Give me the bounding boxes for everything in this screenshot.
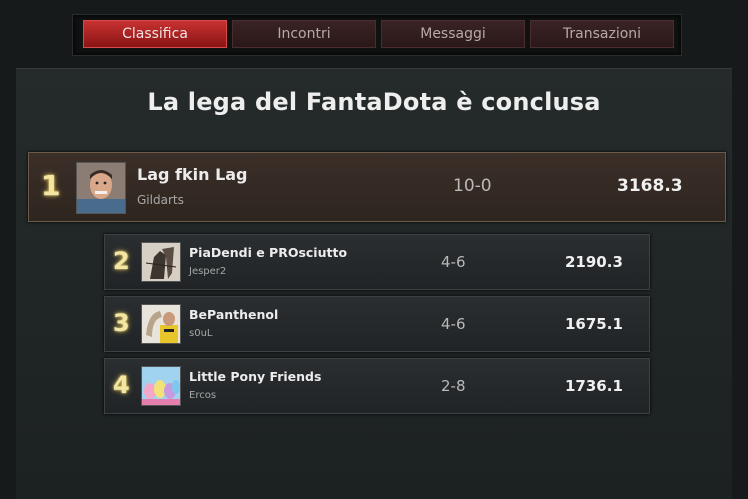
team-avatar	[76, 162, 126, 214]
win-loss-record: 4-6	[441, 253, 466, 271]
rank-number: 3	[113, 309, 130, 337]
win-loss-record: 4-6	[441, 315, 466, 333]
tab-messaggi[interactable]: Messaggi	[381, 20, 525, 48]
standings-row-1[interactable]: 1 Lag fkin Lag Gildarts 10-0 3168.3	[28, 152, 726, 222]
team-avatar	[141, 304, 181, 344]
owner-name[interactable]: s0uL	[189, 328, 212, 339]
rank-number: 2	[113, 247, 130, 275]
standings-row-3[interactable]: 3 BePanthenol s0uL 4-6 1675.1	[104, 296, 650, 352]
total-points: 2190.3	[565, 253, 623, 271]
tab-transazioni[interactable]: Transazioni	[530, 20, 674, 48]
owner-name[interactable]: Gildarts	[137, 193, 184, 207]
total-points: 3168.3	[617, 176, 683, 196]
tab-classifica[interactable]: Classifica	[83, 20, 227, 48]
owner-name[interactable]: Jesper2	[189, 266, 226, 277]
win-loss-record: 10-0	[453, 176, 492, 196]
team-name[interactable]: Little Pony Friends	[189, 369, 321, 384]
owner-name[interactable]: Ercos	[189, 390, 216, 401]
team-name[interactable]: Lag fkin Lag	[137, 165, 248, 184]
win-loss-record: 2-8	[441, 377, 466, 395]
rank-number: 4	[113, 371, 130, 399]
tab-bar: Classifica Incontri Messaggi Transazioni	[72, 14, 682, 56]
team-avatar	[141, 242, 181, 282]
rank-number: 1	[41, 169, 61, 202]
standings-row-4[interactable]: 4 Little Pony Friends Ercos 2-8 1736.1	[104, 358, 650, 414]
standings-row-2[interactable]: 2 PiaDendi e PROsciutto Jesper2 4-6 2190…	[104, 234, 650, 290]
total-points: 1675.1	[565, 315, 623, 333]
page-title: La lega del FantaDota è conclusa	[147, 88, 601, 116]
total-points: 1736.1	[565, 377, 623, 395]
team-avatar	[141, 366, 181, 406]
team-name[interactable]: BePanthenol	[189, 307, 278, 322]
tab-incontri[interactable]: Incontri	[232, 20, 376, 48]
team-name[interactable]: PiaDendi e PROsciutto	[189, 245, 347, 260]
